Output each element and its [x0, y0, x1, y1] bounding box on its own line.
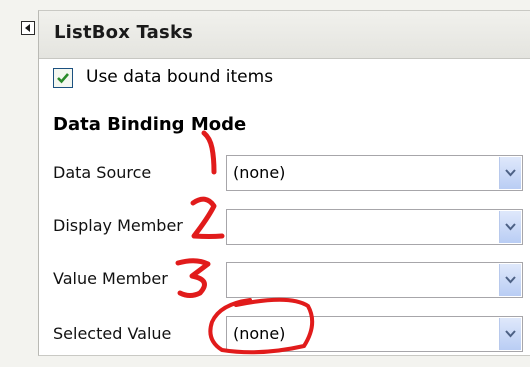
check-mark-icon	[57, 73, 69, 84]
chevron-down-icon	[505, 276, 516, 284]
data-source-label: Data Source	[53, 163, 152, 182]
chevron-down-icon	[505, 223, 516, 231]
use-data-bound-items-checkbox[interactable]	[53, 68, 73, 88]
panel-header: ListBox Tasks	[39, 11, 530, 59]
data-source-dropdown-button[interactable]	[499, 157, 521, 189]
selected-value-dropdown-button[interactable]	[499, 318, 521, 350]
data-source-combo[interactable]: (none)	[226, 155, 523, 191]
use-data-bound-items-label[interactable]: Use data bound items	[86, 67, 273, 87]
value-member-combo[interactable]	[226, 262, 523, 298]
collapse-left-icon	[25, 24, 30, 32]
display-member-combo[interactable]	[226, 209, 523, 245]
value-member-dropdown-button[interactable]	[499, 264, 521, 296]
chevron-down-icon	[505, 169, 516, 177]
data-source-value: (none)	[233, 163, 286, 182]
selected-value-combo[interactable]: (none)	[226, 316, 523, 352]
collapse-smart-tag-button[interactable]	[21, 21, 35, 35]
selected-value-value: (none)	[233, 324, 286, 343]
section-title: Data Binding Mode	[53, 114, 247, 135]
chevron-down-icon	[505, 330, 516, 338]
display-member-label: Display Member	[53, 216, 183, 235]
selected-value-label: Selected Value	[53, 324, 172, 343]
display-member-dropdown-button[interactable]	[499, 211, 521, 243]
panel-title: ListBox Tasks	[54, 22, 194, 43]
listbox-tasks-panel: ListBox Tasks Use data bound items Data …	[38, 10, 530, 356]
value-member-label: Value Member	[53, 269, 168, 288]
